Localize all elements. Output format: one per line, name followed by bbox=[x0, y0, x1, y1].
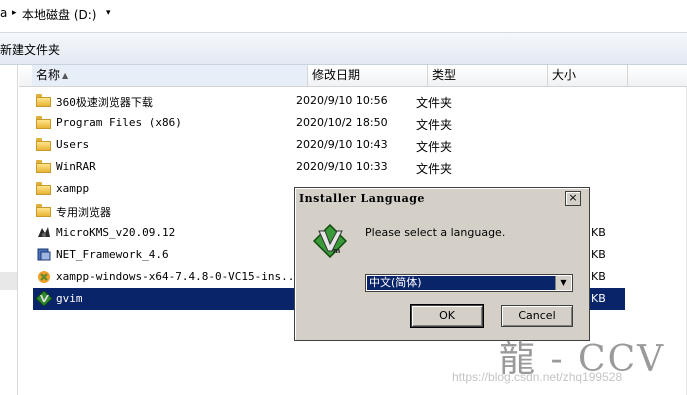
file-name: xampp bbox=[56, 182, 90, 195]
column-date-label: 修改日期 bbox=[312, 68, 361, 82]
chevron-down-icon[interactable]: ▼ bbox=[555, 276, 571, 290]
file-row[interactable]: Users 2020/9/10 10:43 文件夹 bbox=[19, 134, 687, 156]
file-name: Users bbox=[56, 138, 90, 151]
file-date: 2020/9/10 10:56 bbox=[296, 94, 388, 107]
file-name: 专用浏览器 bbox=[56, 206, 111, 219]
column-type-label: 类型 bbox=[432, 68, 457, 82]
address-bar[interactable]: a ▸ 本地磁盘 (D:) ▾ bbox=[0, 0, 687, 33]
installer-icon bbox=[36, 247, 52, 262]
new-folder-button[interactable]: 新建文件夹 bbox=[0, 41, 60, 58]
nav-selected-item[interactable] bbox=[0, 272, 17, 290]
file-name: gvim bbox=[56, 292, 83, 305]
folder-icon bbox=[36, 93, 52, 108]
sort-ascending-icon: ▲ bbox=[62, 71, 69, 80]
watermark-url: https://blog.csdn.net/zhq199528 bbox=[452, 370, 623, 384]
kms-icon bbox=[36, 225, 52, 240]
column-name-label: 名称 bbox=[36, 68, 61, 82]
chevron-down-icon[interactable]: ▸ bbox=[12, 8, 17, 18]
column-date[interactable]: 修改日期 bbox=[308, 65, 428, 86]
dialog-titlebar[interactable]: Installer Language × bbox=[297, 190, 585, 208]
file-row[interactable]: WinRAR 2020/9/10 10:33 文件夹 bbox=[19, 156, 687, 178]
file-size: KB bbox=[591, 248, 606, 261]
file-row[interactable]: 360极速浏览器下载 2020/9/10 10:56 文件夹 bbox=[19, 90, 687, 112]
column-size-label: 大小 bbox=[552, 68, 577, 82]
folder-icon bbox=[36, 115, 52, 130]
file-type: 文件夹 bbox=[416, 162, 453, 176]
file-type: 文件夹 bbox=[416, 140, 453, 154]
dialog-title: Installer Language bbox=[299, 192, 425, 205]
address-segment-drive[interactable]: 本地磁盘 (D:) bbox=[22, 6, 96, 23]
folder-icon bbox=[36, 159, 52, 174]
folder-icon bbox=[36, 203, 52, 218]
toolbar: 新建文件夹 bbox=[0, 33, 687, 65]
column-type[interactable]: 类型 bbox=[428, 65, 548, 86]
svg-text:m: m bbox=[333, 247, 340, 255]
file-name: 360极速浏览器下载 bbox=[56, 96, 153, 109]
file-date: 2020/9/10 10:43 bbox=[296, 138, 388, 151]
address-segment-parent[interactable]: a bbox=[0, 6, 7, 20]
file-name: xampp-windows-x64-7.4.8-0-VC15-ins... bbox=[56, 270, 302, 283]
file-name: MicroKMS_v20.09.12 bbox=[56, 226, 176, 239]
file-size: KB bbox=[591, 270, 606, 283]
vim-icon bbox=[35, 290, 53, 307]
file-date: 2020/10/2 18:50 bbox=[296, 116, 388, 129]
file-name: Program Files (x86) bbox=[56, 116, 182, 129]
file-name: WinRAR bbox=[56, 160, 96, 173]
navigation-pane[interactable] bbox=[0, 65, 18, 395]
language-select[interactable]: 中文(简体) ▼ bbox=[365, 274, 573, 292]
file-size: KB bbox=[591, 292, 606, 305]
folder-icon bbox=[36, 137, 52, 152]
cancel-button[interactable]: Cancel bbox=[501, 305, 573, 327]
column-header: 名称 ▲ 修改日期 类型 大小 bbox=[19, 65, 687, 87]
column-name[interactable]: 名称 ▲ bbox=[32, 65, 308, 86]
column-size[interactable]: 大小 bbox=[548, 65, 628, 86]
installer-language-dialog: Installer Language × m Please select a l… bbox=[294, 187, 590, 341]
language-select-value: 中文(简体) bbox=[367, 276, 556, 290]
file-type: 文件夹 bbox=[416, 96, 453, 110]
file-size: KB bbox=[591, 226, 606, 239]
ok-button[interactable]: OK bbox=[410, 304, 484, 328]
file-type: 文件夹 bbox=[416, 118, 453, 132]
vim-icon: m bbox=[312, 223, 348, 259]
close-button[interactable]: × bbox=[565, 191, 581, 206]
xampp-icon bbox=[36, 269, 52, 284]
file-row[interactable]: Program Files (x86) 2020/10/2 18:50 文件夹 bbox=[19, 112, 687, 134]
folder-icon bbox=[36, 181, 52, 196]
chevron-down-icon[interactable]: ▾ bbox=[106, 8, 111, 18]
file-name: NET_Framework_4.6 bbox=[56, 248, 169, 261]
dialog-prompt: Please select a language. bbox=[365, 226, 506, 239]
file-date: 2020/9/10 10:33 bbox=[296, 160, 388, 173]
